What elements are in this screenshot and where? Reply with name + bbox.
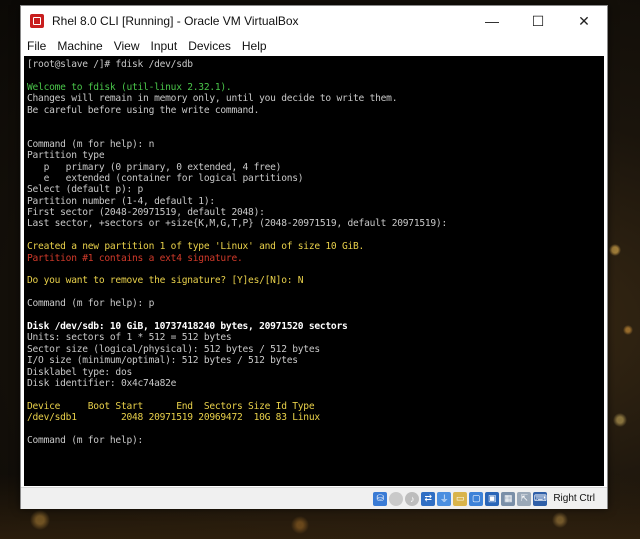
- console-line: Welcome to fdisk (util-linux 2.32.1).: [27, 81, 232, 93]
- menu-input[interactable]: Input: [146, 39, 183, 53]
- console-line: /dev/sdb1 2048 20971519 20969472 10G 83 …: [27, 412, 320, 424]
- console-line: Last sector, +sectors or +size{K,M,G,T,P…: [27, 218, 447, 230]
- shared-folder-icon[interactable]: ▭: [453, 491, 468, 506]
- optical-drive-icon[interactable]: [389, 491, 404, 506]
- harddisk-icon[interactable]: ⛁: [373, 491, 388, 506]
- console-line: Partition number (1-4, default 1):: [27, 195, 215, 207]
- keyboard-icon[interactable]: ⌨: [533, 491, 548, 506]
- virtualbox-window: Rhel 8.0 CLI [Running] - Oracle VM Virtu…: [20, 5, 608, 509]
- console-line: e extended (container for logical partit…: [27, 172, 304, 184]
- minimize-button[interactable]: —: [469, 6, 515, 36]
- console-line: Units: sectors of 1 * 512 = 512 bytes: [27, 332, 232, 344]
- video-capture-icon[interactable]: ▣: [485, 491, 500, 506]
- usb-icon[interactable]: ⏚: [437, 491, 452, 506]
- close-button[interactable]: ✕: [561, 6, 607, 36]
- console-line: I/O size (minimum/optimal): 512 bytes / …: [27, 355, 298, 367]
- console-line: Do you want to remove the signature? [Y]…: [27, 275, 304, 287]
- console-line: Disk identifier: 0x4c74a82e: [27, 377, 177, 389]
- console-line: [root@slave /]# fdisk /dev/sdb: [27, 59, 193, 70]
- mouse-integration-icon[interactable]: ⇱: [517, 491, 532, 506]
- console-line: Sector size (logical/physical): 512 byte…: [27, 343, 320, 355]
- host-key-label: Right Ctrl: [553, 493, 595, 504]
- menu-devices[interactable]: Devices: [183, 39, 236, 53]
- network-icon[interactable]: ⇄: [421, 491, 436, 506]
- window-title: Rhel 8.0 CLI [Running] - Oracle VM Virtu…: [52, 14, 299, 28]
- console-line: Command (m for help): n: [27, 138, 155, 150]
- console-line: Command (m for help):: [27, 434, 144, 446]
- menu-file[interactable]: File: [22, 39, 51, 53]
- status-bar: ⛁ ♪ ⇄ ⏚ ▭ ▢ ▣ ▦ ⇱ ⌨ Right Ctrl: [21, 487, 607, 509]
- virtualbox-icon: [30, 14, 44, 28]
- console-line: Disklabel type: dos: [27, 366, 132, 378]
- menu-help[interactable]: Help: [237, 39, 272, 53]
- console-line: p primary (0 primary, 0 extended, 4 free…: [27, 161, 282, 173]
- menu-view[interactable]: View: [109, 39, 145, 53]
- console-line: Be careful before using the write comman…: [27, 104, 260, 116]
- console-line: Partition #1 contains a ext4 signature.: [27, 252, 243, 264]
- menu-machine[interactable]: Machine: [52, 39, 107, 53]
- cpu-icon[interactable]: ▦: [501, 491, 516, 506]
- console-line: Partition type: [27, 150, 105, 162]
- audio-icon[interactable]: ♪: [405, 491, 420, 506]
- console-line: Device Boot Start End Sectors Size Id Ty…: [27, 400, 315, 412]
- vm-console[interactable]: [root@slave /]# fdisk /dev/sdb Welcome to…: [24, 56, 604, 486]
- console-line: First sector (2048-20971519, default 204…: [27, 207, 265, 219]
- menu-bar: File Machine View Input Devices Help: [21, 36, 607, 56]
- title-bar[interactable]: Rhel 8.0 CLI [Running] - Oracle VM Virtu…: [21, 6, 607, 36]
- maximize-button[interactable]: ☐: [515, 6, 561, 36]
- console-line: Disk /dev/sdb: 10 GiB, 10737418240 bytes…: [27, 320, 348, 332]
- console-line: Changes will remain in memory only, unti…: [27, 93, 398, 105]
- console-line: Select (default p): p: [27, 184, 144, 196]
- console-line: Created a new partition 1 of type 'Linux…: [27, 241, 365, 253]
- display-icon[interactable]: ▢: [469, 491, 484, 506]
- console-line: Command (m for help): p: [27, 298, 155, 310]
